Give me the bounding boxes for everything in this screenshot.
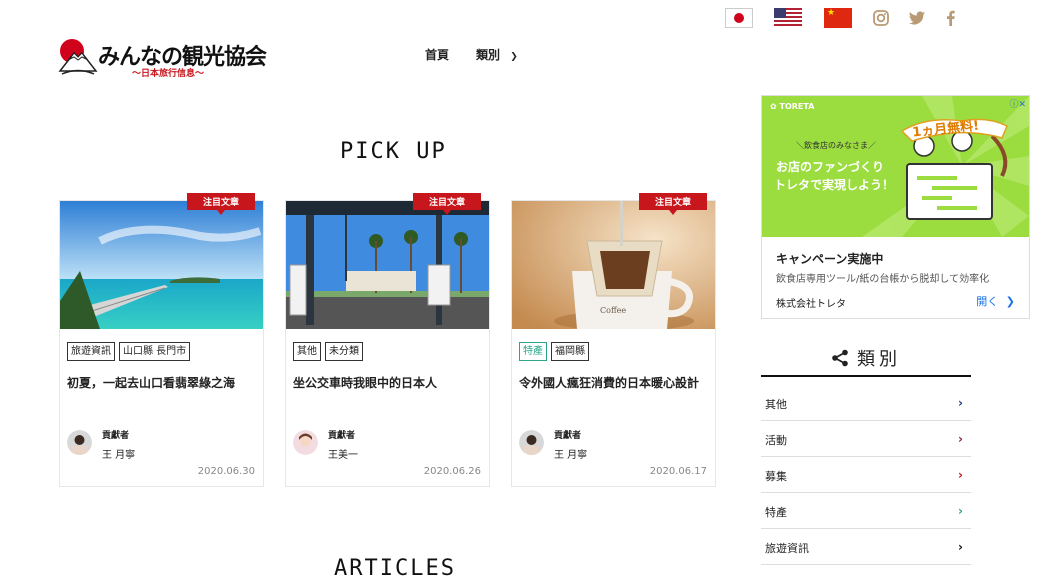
contributor-avatar [293, 430, 318, 455]
contributor-label: 貢獻者 [328, 431, 356, 441]
contributor-name: 王 月寧 [554, 450, 588, 461]
article-date: 2020.06.26 [423, 466, 481, 477]
category-divider [761, 375, 971, 377]
ad-company: 株式会社トレタ [776, 299, 846, 310]
category-heading-text: 類別 [857, 349, 901, 370]
logo-subtitle: 〜日本旅行信息〜 [132, 69, 205, 79]
ad-banner-image[interactable]: ✿ TORETA ⓘ✕ 1ヵ月無料! ＼飲食店のみなさま／ お店のファンづくり … [762, 96, 1029, 237]
sidebar-ad[interactable]: ✿ TORETA ⓘ✕ 1ヵ月無料! ＼飲食店のみなさま／ お店のファンづくり … [761, 95, 1030, 319]
pickup-section-title: PICK UP [340, 139, 447, 164]
twitter-icon[interactable] [908, 9, 926, 27]
contributor-name: 王美一 [328, 450, 358, 461]
tag-specialty[interactable]: 特產 [519, 342, 547, 361]
ad-banner-line1: お店のファンづくり [776, 160, 885, 174]
articles-section-title: ARTICLES [334, 556, 456, 581]
article-title[interactable]: 初夏，一起去山口看翡翠綠之海 [67, 373, 255, 394]
contributor-avatar [67, 430, 92, 455]
category-item-specialty[interactable]: 特產 › [761, 493, 971, 529]
contributor-avatar [519, 430, 544, 455]
nav-home-link[interactable]: 首頁 [425, 46, 449, 63]
site-logo[interactable]: みんなの観光協会 〜日本旅行信息〜 [58, 37, 267, 82]
ad-banner-line2: トレタで実現しよう！ [774, 178, 895, 192]
article-date: 2020.06.17 [649, 466, 707, 477]
category-label: 募集 [765, 470, 787, 483]
chevron-right-icon: › [958, 432, 963, 446]
category-heading: 類別 [831, 345, 901, 371]
toreta-logo-icon: ✿ [770, 102, 780, 111]
article-card[interactable]: Coffee 注目文章 特產 福岡縣 令外國人瘋狂消費的日本暖心設計 貢獻者 王… [511, 193, 716, 487]
article-thumbnail[interactable] [60, 201, 263, 329]
article-thumbnail[interactable] [286, 201, 489, 329]
category-label: 其他 [765, 398, 787, 411]
article-card[interactable]: 注目文章 其他 未分類 坐公交車時我眼中的日本人 貢獻者 王美一 2020.06… [285, 193, 490, 487]
contributor-label: 貢獻者 [554, 431, 582, 441]
usa-flag-icon[interactable] [774, 8, 802, 28]
category-label: 旅遊資訊 [765, 542, 809, 555]
instagram-icon[interactable] [872, 9, 890, 27]
nav-category-dropdown[interactable]: 類別 ❯ [476, 46, 518, 63]
tag-location[interactable]: 山口縣 長門市 [119, 342, 191, 361]
japan-flag-icon[interactable] [725, 8, 753, 28]
ad-banner-small: ＼飲食店のみなさま／ [796, 141, 876, 150]
tag-other[interactable]: 其他 [293, 342, 321, 361]
featured-ribbon: 注目文章 [187, 193, 255, 215]
category-item-travel-info[interactable]: 旅遊資訊 › [761, 529, 971, 565]
tag-location[interactable]: 福岡縣 [551, 342, 589, 361]
contributor-label: 貢獻者 [102, 431, 130, 441]
chevron-right-icon: › [958, 468, 963, 482]
featured-ribbon: 注目文章 [413, 193, 481, 215]
article-title[interactable]: 令外國人瘋狂消費的日本暖心設計 [519, 373, 707, 394]
chevron-down-icon: ❯ [510, 52, 518, 62]
ad-open-label: 開く [976, 295, 999, 308]
ad-info-icon[interactable]: ⓘ✕ [1009, 97, 1026, 110]
category-label: 活動 [765, 434, 787, 447]
featured-ribbon: 注目文章 [639, 193, 707, 215]
chevron-right-icon: › [958, 504, 963, 518]
chevron-right-icon: › [958, 396, 963, 410]
china-flag-icon[interactable] [824, 8, 852, 28]
category-label: 特產 [765, 506, 787, 519]
mount-fuji-logo-icon [58, 39, 98, 75]
article-thumbnail[interactable]: Coffee [512, 201, 715, 329]
category-item-recruit[interactable]: 募集 › [761, 457, 971, 493]
nav-category-label: 類別 [476, 48, 501, 62]
tag-uncategorized[interactable]: 未分類 [325, 342, 363, 361]
ad-brand: ✿ TORETA [770, 102, 814, 111]
article-date: 2020.06.30 [197, 466, 255, 477]
facebook-icon[interactable] [942, 9, 960, 27]
contributor-name: 王 月寧 [102, 450, 136, 461]
ad-open-button[interactable]: 開く ❯ [976, 293, 1015, 309]
article-title[interactable]: 坐公交車時我眼中的日本人 [293, 373, 481, 394]
category-item-events[interactable]: 活動 › [761, 421, 971, 457]
chevron-right-icon: ❯ [1005, 295, 1015, 308]
share-icon [832, 349, 848, 367]
chevron-right-icon: › [958, 540, 963, 554]
ad-headline[interactable]: キャンペーン実施中 [776, 250, 883, 267]
tag-travel-info[interactable]: 旅遊資訊 [67, 342, 115, 361]
ad-description: 飲食店専用ツール/紙の台帳から脱却して効率化 [776, 274, 990, 285]
category-item-other[interactable]: 其他 › [761, 385, 971, 421]
ad-brand-text: TORETA [779, 102, 815, 111]
svg-text:Coffee: Coffee [600, 306, 626, 315]
article-card[interactable]: 注目文章 旅遊資訊 山口縣 長門市 初夏，一起去山口看翡翠綠之海 貢獻者 王 月… [59, 193, 264, 487]
